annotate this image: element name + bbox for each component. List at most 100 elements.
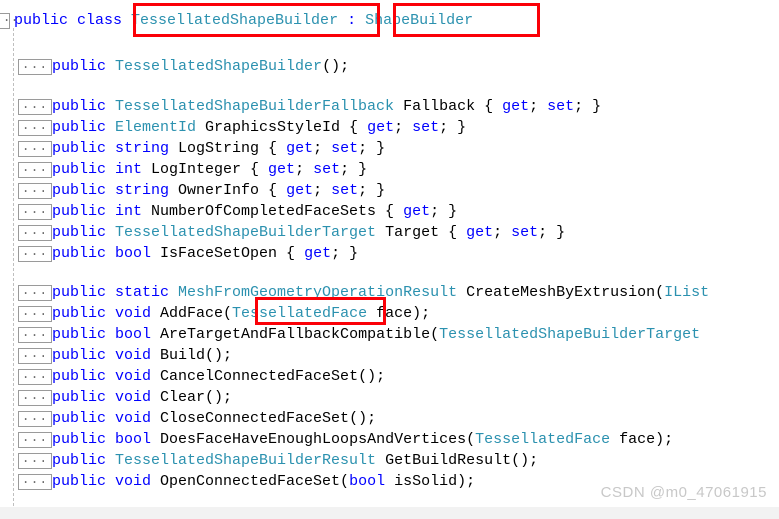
- code-line-text: public int NumberOfCompletedFaceSets { g…: [52, 201, 457, 222]
- code-token: TessellatedShapeBuilderTarget: [115, 224, 377, 241]
- code-token: get: [304, 245, 332, 262]
- code-token: TessellatedFace: [475, 431, 611, 448]
- code-token: TessellatedShapeBuilder: [115, 58, 323, 75]
- collapse-toggle-icon[interactable]: ...: [18, 389, 52, 406]
- code-line-text: public static MeshFromGeometryOperationR…: [52, 282, 709, 303]
- collapse-toggle-icon[interactable]: ...: [0, 11, 18, 29]
- code-token: TessellatedShapeBuilderTarget: [439, 326, 701, 343]
- code-token: ShapeBuilder: [365, 12, 474, 29]
- code-token: ; }: [331, 245, 359, 262]
- code-token: public bool: [52, 326, 152, 343]
- code-token: public void: [52, 368, 152, 385]
- code-token: bool: [349, 473, 386, 490]
- code-token: ;: [493, 224, 512, 241]
- code-line-text: public void Build();: [52, 345, 232, 366]
- code-token: public: [52, 452, 116, 469]
- bottom-band: [0, 507, 779, 519]
- code-token: public int: [52, 161, 143, 178]
- code-token: ; }: [358, 182, 386, 199]
- code-token: face);: [367, 305, 431, 322]
- code-token: get: [466, 224, 494, 241]
- code-line-text: public void Clear();: [52, 387, 232, 408]
- code-token: Clear();: [151, 389, 233, 406]
- code-token: ; }: [439, 119, 467, 136]
- code-token: set: [547, 98, 575, 115]
- code-token: public string: [52, 182, 170, 199]
- code-token: IsFaceSetOpen {: [151, 245, 305, 262]
- code-token: public void: [52, 389, 152, 406]
- code-token: CreateMeshByExtrusion(: [457, 284, 665, 301]
- code-token: get: [367, 119, 395, 136]
- code-token: ElementId: [115, 119, 197, 136]
- code-token: ; }: [538, 224, 566, 241]
- code-token: ;: [313, 182, 332, 199]
- code-token: public bool: [52, 245, 152, 262]
- code-token: ;: [295, 161, 314, 178]
- code-token: OwnerInfo {: [169, 182, 287, 199]
- code-token: IList: [664, 284, 710, 301]
- code-line-text: public ElementId GraphicsStyleId { get ; …: [52, 117, 466, 138]
- code-token: AreTargetAndFallbackCompatible(: [151, 326, 440, 343]
- code-token: ();: [322, 58, 350, 75]
- collapse-toggle-icon[interactable]: ...: [18, 58, 52, 75]
- code-line-text: public string OwnerInfo { get; set; }: [52, 180, 385, 201]
- code-token: set: [331, 140, 359, 157]
- code-token: isSolid);: [385, 473, 476, 490]
- code-token: get: [268, 161, 296, 178]
- code-line-text: public TessellatedShapeBuilderTarget Tar…: [52, 222, 565, 243]
- code-token: public: [52, 224, 116, 241]
- collapse-toggle-icon[interactable]: ...: [18, 245, 52, 262]
- code-token: public void: [52, 347, 152, 364]
- code-line-text: public int LogInteger { get; set; }: [52, 159, 367, 180]
- code-token: TessellatedShapeBuilderFallback: [115, 98, 395, 115]
- collapse-toggle-icon[interactable]: ...: [18, 182, 52, 199]
- code-token: public string: [52, 140, 170, 157]
- code-token: public bool: [52, 431, 152, 448]
- code-token: public: [52, 98, 116, 115]
- code-token: OpenConnectedFaceSet(: [151, 473, 350, 490]
- code-token: get: [286, 182, 314, 199]
- code-token: ; }: [574, 98, 602, 115]
- collapse-toggle-icon[interactable]: ...: [18, 203, 52, 220]
- code-token: get: [286, 140, 314, 157]
- code-line-text: public void OpenConnectedFaceSet(bool is…: [52, 471, 475, 492]
- collapse-toggle-icon[interactable]: ...: [18, 473, 52, 490]
- code-token: public void: [52, 410, 152, 427]
- code-token: :: [338, 12, 366, 29]
- collapse-toggle-icon[interactable]: ...: [18, 284, 52, 301]
- code-token: GraphicsStyleId {: [196, 119, 368, 136]
- code-token: LogInteger {: [142, 161, 269, 178]
- code-token: public: [52, 58, 116, 75]
- code-line-text: public class TessellatedShapeBuilder : S…: [14, 10, 473, 31]
- collapse-toggle-icon[interactable]: ...: [18, 410, 52, 427]
- collapse-toggle-icon[interactable]: ...: [18, 368, 52, 385]
- indent-guide: [13, 28, 14, 506]
- code-line-text: public void AddFace(TessellatedFace face…: [52, 303, 430, 324]
- code-token: set: [331, 182, 359, 199]
- code-line-text: public bool DoesFaceHaveEnoughLoopsAndVe…: [52, 429, 673, 450]
- collapse-toggle-icon[interactable]: ...: [18, 161, 52, 178]
- collapse-toggle-icon[interactable]: ...: [18, 98, 52, 115]
- code-token: public class: [14, 12, 132, 29]
- code-token: Target {: [376, 224, 467, 241]
- collapse-toggle-icon[interactable]: ...: [18, 224, 52, 241]
- collapse-toggle-icon[interactable]: ...: [18, 347, 52, 364]
- code-token: GetBuildResult();: [376, 452, 539, 469]
- code-token: CancelConnectedFaceSet();: [151, 368, 386, 385]
- code-token: set: [412, 119, 440, 136]
- code-line-text: public bool IsFaceSetOpen { get; }: [52, 243, 358, 264]
- collapse-toggle-icon[interactable]: ...: [18, 431, 52, 448]
- code-view[interactable]: ...public class TessellatedShapeBuilder …: [0, 0, 779, 519]
- code-token: ;: [313, 140, 332, 157]
- code-token: ; }: [430, 203, 458, 220]
- code-token: get: [502, 98, 530, 115]
- collapse-toggle-icon[interactable]: ...: [18, 119, 52, 136]
- collapse-toggle-icon[interactable]: ...: [18, 305, 52, 322]
- collapse-toggle-icon[interactable]: ...: [18, 452, 52, 469]
- code-token: ; }: [340, 161, 368, 178]
- code-token: get: [403, 203, 431, 220]
- code-token: TessellatedFace: [232, 305, 368, 322]
- code-token: NumberOfCompletedFaceSets {: [142, 203, 404, 220]
- collapse-toggle-icon[interactable]: ...: [18, 326, 52, 343]
- collapse-toggle-icon[interactable]: ...: [18, 140, 52, 157]
